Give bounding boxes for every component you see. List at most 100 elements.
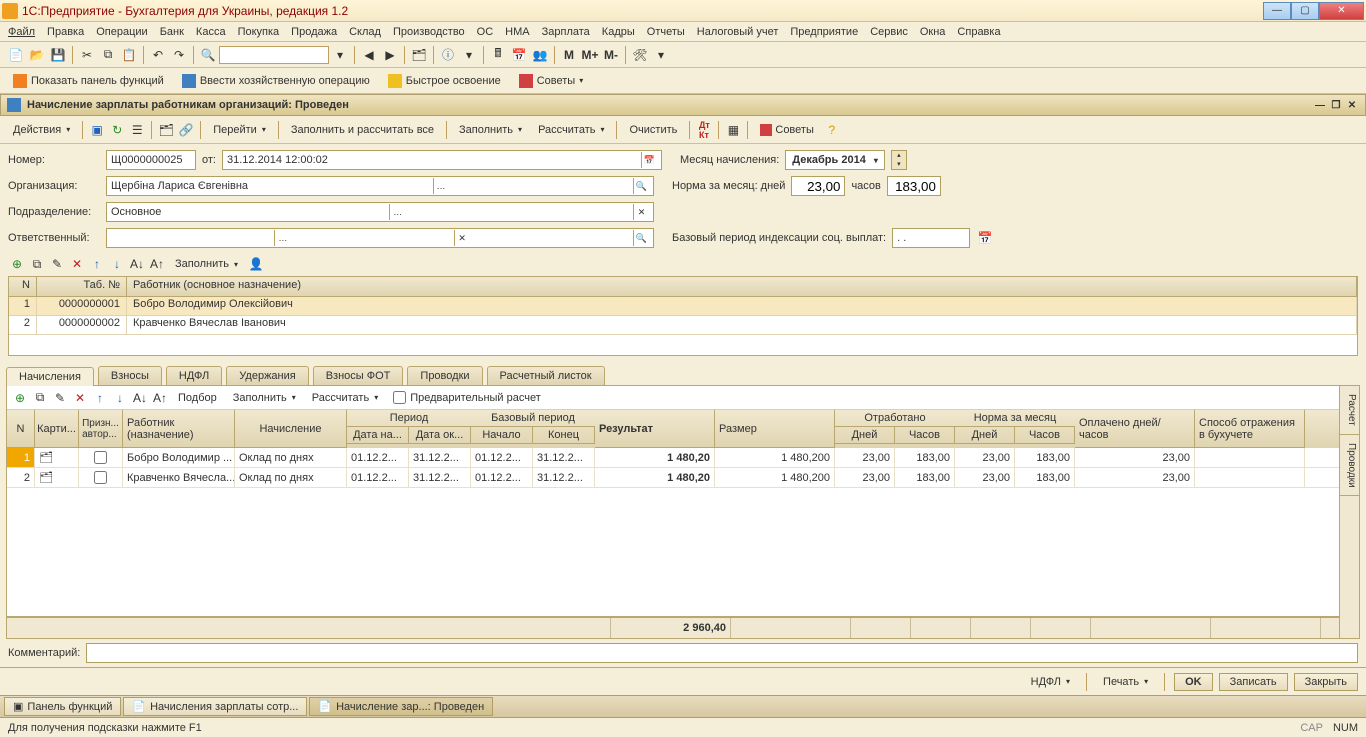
doc-close-icon[interactable]: ✕ — [1345, 98, 1359, 112]
dept-select-icon[interactable]: … — [389, 204, 405, 220]
undo-icon[interactable]: ↶ — [148, 45, 168, 65]
menu-production[interactable]: Производство — [393, 26, 465, 38]
menu-service[interactable]: Сервис — [870, 26, 908, 38]
menu-sale[interactable]: Продажа — [291, 26, 337, 38]
menu-reports[interactable]: Отчеты — [647, 26, 685, 38]
menu-salary[interactable]: Зарплата — [542, 26, 590, 38]
minimize-button[interactable]: — — [1263, 2, 1291, 20]
refresh-icon[interactable]: ↻ — [108, 121, 126, 139]
sidetab-calc[interactable]: Расчет — [1340, 386, 1359, 435]
ghdr-paid[interactable]: Оплачено дней/часов — [1075, 410, 1195, 448]
row-auto-checkbox[interactable] — [94, 451, 107, 464]
org-input[interactable]: Щербіна Лариса Євгенівна…🔍 — [106, 176, 654, 196]
grid-row[interactable]: 1 🗂 Бобро Володимир ... Оклад по днях 01… — [7, 448, 1339, 468]
user-icon[interactable]: 👥 — [530, 45, 550, 65]
tab-contributions[interactable]: Взносы — [98, 366, 162, 385]
grid-sortasc-icon[interactable]: A↓ — [131, 389, 149, 407]
tab-fot[interactable]: Взносы ФОТ — [313, 366, 404, 385]
calendar-mini-icon[interactable]: 📅 — [641, 152, 657, 168]
mminus-icon[interactable]: M- — [601, 45, 621, 65]
menu-windows[interactable]: Окна — [920, 26, 946, 38]
base-period-input[interactable]: . . — [892, 228, 970, 248]
emp-fill-button[interactable]: Заполнить — [168, 255, 245, 273]
ghdr-datefrom[interactable]: Дата на... — [347, 427, 409, 444]
grid-edit-icon[interactable]: ✎ — [51, 389, 69, 407]
calc-icon[interactable]: 🖩 — [488, 45, 508, 65]
resp-clear-icon[interactable]: ✕ — [454, 230, 470, 246]
taskbar-doc1[interactable]: 📄Начисления зарплаты сотр... — [123, 697, 307, 716]
nav-back-icon[interactable]: ◀ — [359, 45, 379, 65]
emp-hdr-name[interactable]: Работник (основное назначение) — [127, 277, 1357, 296]
grid-delete-icon[interactable]: ✕ — [71, 389, 89, 407]
menu-bank[interactable]: Банк — [160, 26, 184, 38]
ghdr-size[interactable]: Размер — [715, 410, 835, 448]
month-select[interactable]: Декабрь 2014▾ — [785, 150, 885, 170]
clear-button[interactable]: Очистить — [622, 121, 684, 139]
emp-extra-icon[interactable]: 👤 — [247, 255, 265, 273]
norm-hours-input[interactable] — [887, 176, 941, 196]
sort-asc-icon[interactable]: A↓ — [128, 255, 146, 273]
date-input[interactable]: 31.12.2014 12:00:02📅 — [222, 150, 662, 170]
grid-row[interactable]: 2 🗂 Кравченко Вячесла... Оклад по днях 0… — [7, 468, 1339, 488]
tab-payslip[interactable]: Расчетный листок — [487, 366, 605, 385]
prelim-checkbox[interactable]: Предварительный расчет — [393, 391, 541, 404]
show-panel-button[interactable]: Показать панель функций — [6, 70, 171, 92]
search-icon[interactable]: 🔍 — [198, 45, 218, 65]
tab-deductions[interactable]: Удержания — [226, 366, 308, 385]
info-dd-icon[interactable]: ▾ — [459, 45, 479, 65]
menu-edit[interactable]: Правка — [47, 26, 84, 38]
ghdr-card[interactable]: Карти... — [35, 410, 79, 448]
menu-file[interactable]: Файл — [8, 26, 35, 38]
menu-os[interactable]: ОС — [477, 26, 494, 38]
print-button[interactable]: Печать — [1096, 673, 1155, 691]
advice-doc-button[interactable]: Советы — [753, 121, 820, 139]
ghdr-method[interactable]: Способ отражения в бухучете — [1195, 410, 1305, 448]
menu-help[interactable]: Справка — [957, 26, 1000, 38]
redo-icon[interactable]: ↷ — [169, 45, 189, 65]
resp-select-icon[interactable]: … — [274, 230, 290, 246]
search-input[interactable] — [219, 46, 329, 64]
tools-dd-icon[interactable]: ▾ — [651, 45, 671, 65]
ghdr-period[interactable]: Период — [347, 410, 471, 427]
ghdr-emp[interactable]: Работник (назначение) — [123, 410, 235, 448]
menu-operations[interactable]: Операции — [96, 26, 147, 38]
m-icon[interactable]: M — [559, 45, 579, 65]
tab-postings[interactable]: Проводки — [407, 366, 482, 385]
grid-add-icon[interactable]: ⊕ — [11, 389, 29, 407]
norm-days-input[interactable] — [791, 176, 845, 196]
fill-calc-all-button[interactable]: Заполнить и рассчитать все — [284, 121, 441, 139]
ghdr-nhours[interactable]: Часов — [1015, 427, 1075, 444]
resp-lookup-icon[interactable]: 🔍 — [633, 230, 649, 246]
emp-row[interactable]: 2 0000000002 Кравченко Вячеслав Іванович — [9, 316, 1357, 335]
movedown-icon[interactable]: ↓ — [108, 255, 126, 273]
info-icon[interactable]: ⓘ — [438, 45, 458, 65]
quick-learn-button[interactable]: Быстрое освоение — [381, 70, 508, 92]
base-calendar-icon[interactable]: 📅 — [976, 229, 994, 247]
open-icon[interactable]: 📂 — [27, 45, 47, 65]
tree-icon[interactable]: 🗂 — [409, 45, 429, 65]
mplus-icon[interactable]: M+ — [580, 45, 600, 65]
ghdr-n[interactable]: N — [7, 410, 35, 448]
menu-tax[interactable]: Налоговый учет — [697, 26, 779, 38]
doc-restore-icon[interactable]: ❐ — [1329, 98, 1343, 112]
nav-fwd-icon[interactable]: ▶ — [380, 45, 400, 65]
ndfl-button[interactable]: НДФЛ — [1024, 673, 1077, 691]
enter-operation-button[interactable]: Ввести хозяйственную операцию — [175, 70, 377, 92]
calc-button[interactable]: Рассчитать — [531, 121, 611, 139]
ghdr-auto[interactable]: Призн... автор... — [79, 410, 123, 448]
tab-ndfl[interactable]: НДФЛ — [166, 366, 222, 385]
menu-enterprise[interactable]: Предприятие — [790, 26, 858, 38]
tools-icon[interactable]: 🛠 — [630, 45, 650, 65]
taskbar-doc2[interactable]: 📄Начисление зар...: Проведен — [309, 697, 493, 716]
paste-icon[interactable]: 📋 — [119, 45, 139, 65]
menu-hr[interactable]: Кадры — [602, 26, 635, 38]
maximize-button[interactable]: ▢ — [1291, 2, 1319, 20]
row-auto-checkbox[interactable] — [94, 471, 107, 484]
menu-nma[interactable]: НМА — [505, 26, 529, 38]
menu-warehouse[interactable]: Склад — [349, 26, 381, 38]
grid-icon[interactable]: ▦ — [724, 121, 742, 139]
ghdr-dateto[interactable]: Дата ок... — [409, 427, 471, 444]
search-dropdown-icon[interactable]: ▾ — [330, 45, 350, 65]
ok-button[interactable]: OK — [1174, 673, 1213, 691]
emp-hdr-tab[interactable]: Таб. № — [37, 277, 127, 296]
